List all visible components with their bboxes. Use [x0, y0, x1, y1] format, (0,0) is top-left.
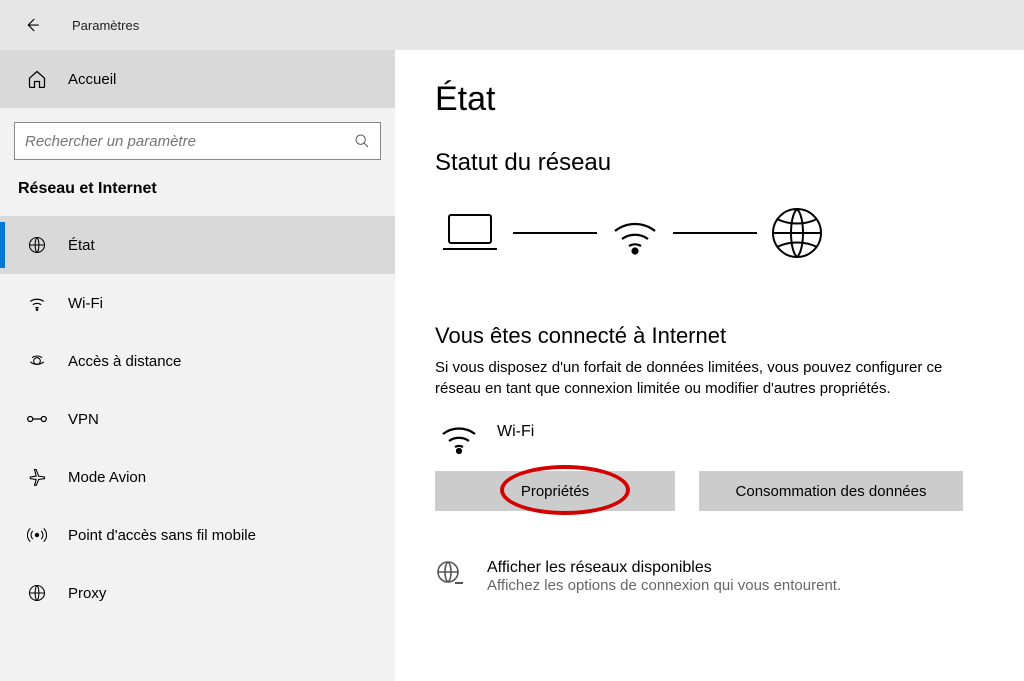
globe-large-icon	[769, 205, 825, 261]
sidebar-home[interactable]: Accueil	[0, 50, 395, 108]
back-button[interactable]	[20, 13, 44, 37]
connection-name: Wi-Fi	[497, 423, 534, 441]
search-icon	[354, 133, 370, 149]
wifi-icon	[439, 419, 479, 455]
status-heading: Statut du réseau	[435, 149, 984, 177]
window-title: Paramètres	[72, 18, 139, 33]
sidebar-item-vpn[interactable]: VPN	[0, 390, 395, 448]
show-networks-title: Afficher les réseaux disponibles	[487, 559, 841, 577]
sidebar-item-label: Wi-Fi	[68, 295, 103, 312]
sidebar-item-label: Accès à distance	[68, 353, 181, 370]
sidebar-item-proxy[interactable]: Proxy	[0, 564, 395, 622]
sidebar-item-airplane[interactable]: Mode Avion	[0, 448, 395, 506]
globe-icon	[26, 234, 48, 256]
titlebar: Paramètres	[0, 0, 1024, 50]
sidebar: Accueil Réseau et Internet État Wi-Fi	[0, 50, 395, 681]
wifi-icon	[26, 292, 48, 314]
vpn-icon	[26, 408, 48, 430]
show-networks-subtitle: Affichez les options de connexion qui vo…	[487, 577, 841, 594]
dialup-icon	[26, 350, 48, 372]
globe-search-icon	[435, 559, 465, 589]
search-box[interactable]	[14, 122, 381, 160]
sidebar-item-label: Proxy	[68, 585, 106, 602]
hotspot-icon	[26, 524, 48, 546]
laptop-icon	[439, 209, 501, 257]
show-networks-link[interactable]: Afficher les réseaux disponibles Affiche…	[435, 559, 984, 594]
arrow-left-icon	[23, 16, 41, 34]
sidebar-item-label: Point d'accès sans fil mobile	[68, 527, 256, 544]
network-diagram	[435, 205, 984, 261]
sidebar-item-dialup[interactable]: Accès à distance	[0, 332, 395, 390]
sidebar-item-label: VPN	[68, 411, 99, 428]
current-connection: Wi-Fi	[435, 419, 984, 455]
sidebar-section-title: Réseau et Internet	[0, 180, 395, 216]
content-pane: État Statut du réseau Vous êtes connecté…	[395, 50, 1024, 681]
data-usage-button[interactable]: Consommation des données	[699, 471, 963, 511]
wifi-signal-icon	[609, 209, 661, 257]
sidebar-item-hotspot[interactable]: Point d'accès sans fil mobile	[0, 506, 395, 564]
diagram-line	[513, 232, 597, 234]
sidebar-item-label: État	[68, 237, 95, 254]
search-input[interactable]	[25, 133, 346, 150]
properties-button[interactable]: Propriétés	[435, 471, 675, 511]
diagram-line	[673, 232, 757, 234]
connected-description: Si vous disposez d'un forfait de données…	[435, 357, 984, 399]
connected-heading: Vous êtes connecté à Internet	[435, 323, 984, 349]
airplane-icon	[26, 466, 48, 488]
sidebar-item-wifi[interactable]: Wi-Fi	[0, 274, 395, 332]
home-icon	[26, 68, 48, 90]
sidebar-item-etat[interactable]: État	[0, 216, 395, 274]
proxy-icon	[26, 582, 48, 604]
page-title: État	[435, 80, 984, 119]
sidebar-item-label: Mode Avion	[68, 469, 146, 486]
sidebar-home-label: Accueil	[68, 71, 116, 88]
